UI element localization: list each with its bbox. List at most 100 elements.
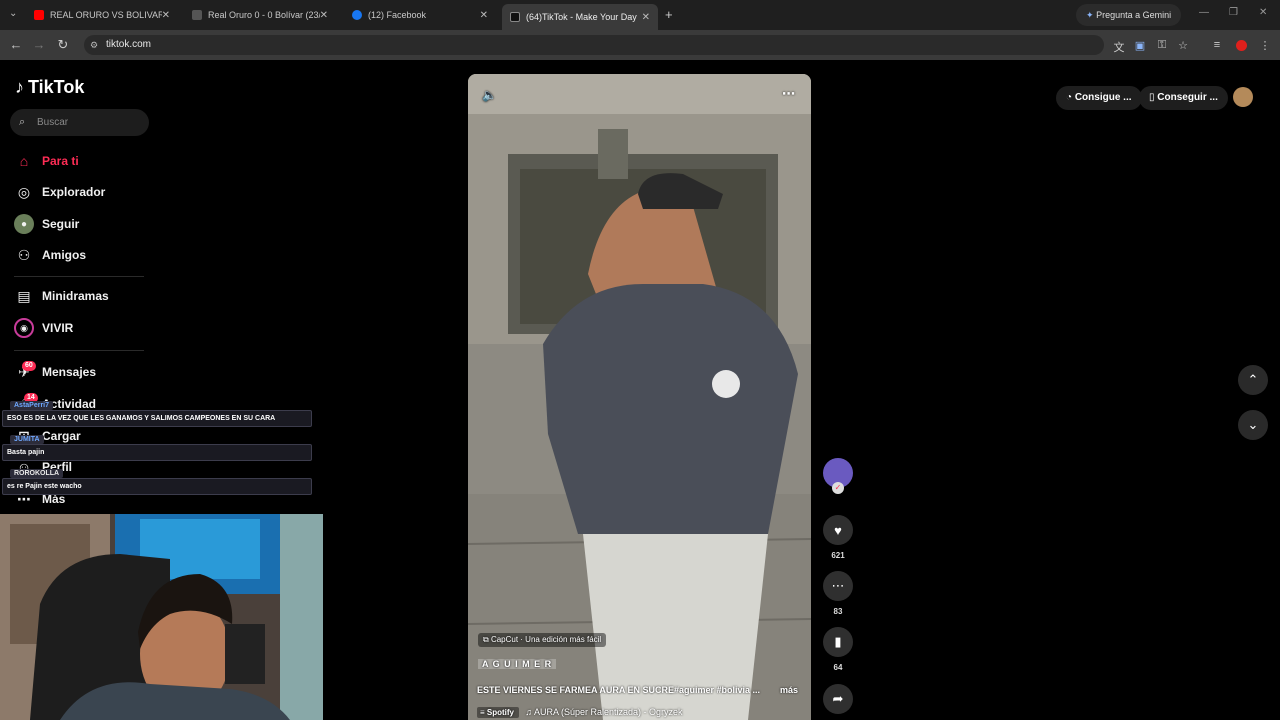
close-icon[interactable]: ✕ bbox=[480, 10, 488, 21]
user-avatar[interactable] bbox=[1233, 87, 1253, 107]
tab-title: Real Oruro 0 - 0 Bolívar (23/8) bbox=[208, 10, 320, 20]
music-row[interactable]: ≡ Spotify ♫ AURA (Súper Ralentizada) - O… bbox=[477, 707, 683, 718]
sidebar-item-label: Amigos bbox=[42, 248, 87, 262]
sidebar-item-explorador[interactable]: ◎ Explorador bbox=[14, 182, 105, 202]
heart-icon: ♥ bbox=[823, 515, 853, 545]
music-note-icon: ♫ bbox=[525, 707, 534, 717]
chat-username: JUMITA bbox=[10, 435, 44, 444]
browser-tab-tiktok[interactable]: (64)TikTok - Make Your Day ✕ bbox=[502, 4, 658, 30]
minimize-icon[interactable]: — bbox=[1199, 7, 1209, 18]
browser-address-bar: ← → ↻ ⚙ tiktok.com bbox=[0, 30, 1280, 60]
translate-icon[interactable]: 文 bbox=[1112, 39, 1126, 55]
more-caption-button[interactable]: más bbox=[780, 685, 798, 695]
search-icon: ⌕ bbox=[19, 116, 26, 128]
spotify-icon: ≡ bbox=[480, 708, 487, 717]
video-frame bbox=[468, 74, 811, 720]
tiktok-note-icon: ♪ bbox=[15, 77, 24, 97]
sidebar-item-label: Cargar bbox=[42, 429, 81, 443]
password-icon[interactable]: ⚿ bbox=[1155, 39, 1169, 52]
bookmark-star-icon[interactable]: ☆ bbox=[1176, 39, 1190, 52]
extension-icon[interactable] bbox=[1236, 40, 1247, 51]
chat-username: AstaPerri7 bbox=[10, 401, 54, 410]
follow-check-icon[interactable]: ✓ bbox=[832, 482, 844, 494]
search-placeholder: Buscar bbox=[37, 117, 69, 128]
spotify-badge: ≡ Spotify bbox=[477, 707, 520, 718]
close-icon[interactable]: ✕ bbox=[320, 10, 328, 21]
save-count: 64 bbox=[833, 663, 843, 672]
sidebar-item-label: Para ti bbox=[42, 154, 79, 168]
tiktok-logo[interactable]: ♪ TikTok bbox=[15, 77, 84, 98]
gemini-label: Pregunta a Gemini bbox=[1096, 10, 1172, 20]
close-icon[interactable]: ✕ bbox=[162, 10, 170, 21]
video-more-icon[interactable]: ⋯ bbox=[782, 86, 795, 102]
sidebar-item-vivir[interactable]: ◉ VIVIR bbox=[14, 318, 73, 338]
sidebar-item-amigos[interactable]: ⚇ Amigos bbox=[14, 245, 86, 265]
browser-tab-bar: ⌄ REAL ORURO VS BOLIVAR RESU ✕ Real Orur… bbox=[0, 0, 1280, 30]
comment-count: 83 bbox=[833, 607, 843, 616]
facebook-icon bbox=[352, 10, 362, 20]
capcut-tag[interactable]: ⧉ CapCut · Una edición más fácil bbox=[478, 633, 607, 647]
logo-text: TikTok bbox=[28, 77, 85, 97]
get-app-label: Conseguir ... bbox=[1157, 92, 1218, 103]
gemini-button[interactable]: ✦ Pregunta a Gemini bbox=[1076, 4, 1182, 26]
share-icon: ➦ bbox=[823, 684, 853, 714]
comment-icon: ⋯ bbox=[823, 571, 853, 601]
save-button[interactable]: ▮ 64 bbox=[823, 627, 853, 672]
video-player[interactable]: 🔈 ⋯ ⧉ CapCut · Una edición más fácil A G… bbox=[468, 74, 811, 720]
sidebar-item-label: Seguir bbox=[42, 217, 80, 231]
sidebar-divider bbox=[14, 276, 144, 277]
music-title: AURA (Súper Ralentizada) - Ogryzek bbox=[534, 707, 683, 717]
sidebar-item-seguir[interactable]: ● Seguir bbox=[14, 214, 79, 234]
sidebar-item-label: VIVIR bbox=[42, 321, 74, 335]
reload-icon[interactable]: ↻ bbox=[56, 38, 70, 52]
get-app-button[interactable]: ▯ Conseguir ... bbox=[1139, 86, 1228, 110]
live-icon: ◉ bbox=[14, 318, 34, 338]
close-icon[interactable]: ✕ bbox=[642, 12, 650, 23]
like-count: 621 bbox=[831, 551, 845, 560]
site-info-icon[interactable]: ⚙ bbox=[90, 35, 98, 55]
browser-tab-youtube[interactable]: REAL ORURO VS BOLIVAR RESU ✕ bbox=[26, 4, 178, 26]
author-avatar[interactable]: ✓ bbox=[823, 458, 853, 494]
author-tag[interactable]: A G U I M E R bbox=[478, 659, 557, 669]
home-icon: ⌂ bbox=[19, 153, 29, 169]
chevron-up-icon: ⌃ bbox=[1247, 372, 1259, 387]
webcam-image bbox=[0, 514, 323, 720]
spotify-label: Spotify bbox=[486, 708, 514, 717]
close-window-icon[interactable]: ✕ bbox=[1259, 7, 1267, 18]
back-icon[interactable]: ← bbox=[9, 38, 23, 52]
browser-tab-facebook[interactable]: (12) Facebook ✕ bbox=[344, 4, 496, 26]
sidebar-item-para-ti[interactable]: ⌂ Para ti bbox=[14, 151, 79, 171]
reading-list-icon[interactable]: ≡ bbox=[1210, 39, 1224, 51]
search-input[interactable]: ⌕ Buscar bbox=[10, 109, 149, 136]
get-coins-label: Consigue ... bbox=[1074, 92, 1132, 103]
sidebar-item-label: Explorador bbox=[42, 185, 106, 199]
cast-icon[interactable]: ▣ bbox=[1133, 39, 1147, 52]
get-coins-button[interactable]: ◔ Consigue ... bbox=[1056, 86, 1142, 110]
coin-icon: ◔ bbox=[1066, 92, 1075, 103]
capcut-icon: ⧉ bbox=[483, 635, 491, 644]
webcam-overlay bbox=[0, 514, 323, 720]
chat-message: ESO ES DE LA VEZ QUE LES GANAMOS Y SALIM… bbox=[2, 410, 312, 427]
comment-button[interactable]: ⋯ 83 bbox=[823, 571, 853, 616]
forward-icon[interactable]: → bbox=[32, 38, 46, 52]
new-tab-button[interactable]: + bbox=[665, 7, 673, 22]
following-icon: ● bbox=[14, 214, 34, 234]
capcut-label: CapCut · Una edición más fácil bbox=[490, 635, 602, 644]
url-field[interactable]: ⚙ tiktok.com bbox=[84, 35, 1104, 55]
mute-icon[interactable]: 🔈 bbox=[482, 88, 497, 102]
previous-video-button[interactable]: ⌃ bbox=[1238, 365, 1268, 395]
site-favicon-icon bbox=[192, 10, 202, 20]
menu-dots-icon[interactable]: ⋮ bbox=[1258, 39, 1272, 52]
browser-tab-match[interactable]: Real Oruro 0 - 0 Bolívar (23/8) ✕ bbox=[184, 4, 336, 26]
bookmark-icon: ▮ bbox=[823, 627, 853, 657]
url-text: tiktok.com bbox=[106, 39, 152, 50]
messages-badge: 60 bbox=[22, 361, 36, 371]
youtube-icon bbox=[34, 10, 44, 20]
sidebar-item-minidramas[interactable]: ▤ Minidramas bbox=[14, 286, 108, 306]
next-video-button[interactable]: ⌄ bbox=[1238, 410, 1268, 440]
compass-icon: ◎ bbox=[17, 183, 31, 200]
restore-icon[interactable]: ❐ bbox=[1229, 7, 1238, 18]
tab-search-chevron-icon[interactable]: ⌄ bbox=[9, 8, 17, 19]
share-button[interactable]: ➦ bbox=[823, 684, 853, 714]
like-button[interactable]: ♥ 621 bbox=[823, 515, 853, 560]
